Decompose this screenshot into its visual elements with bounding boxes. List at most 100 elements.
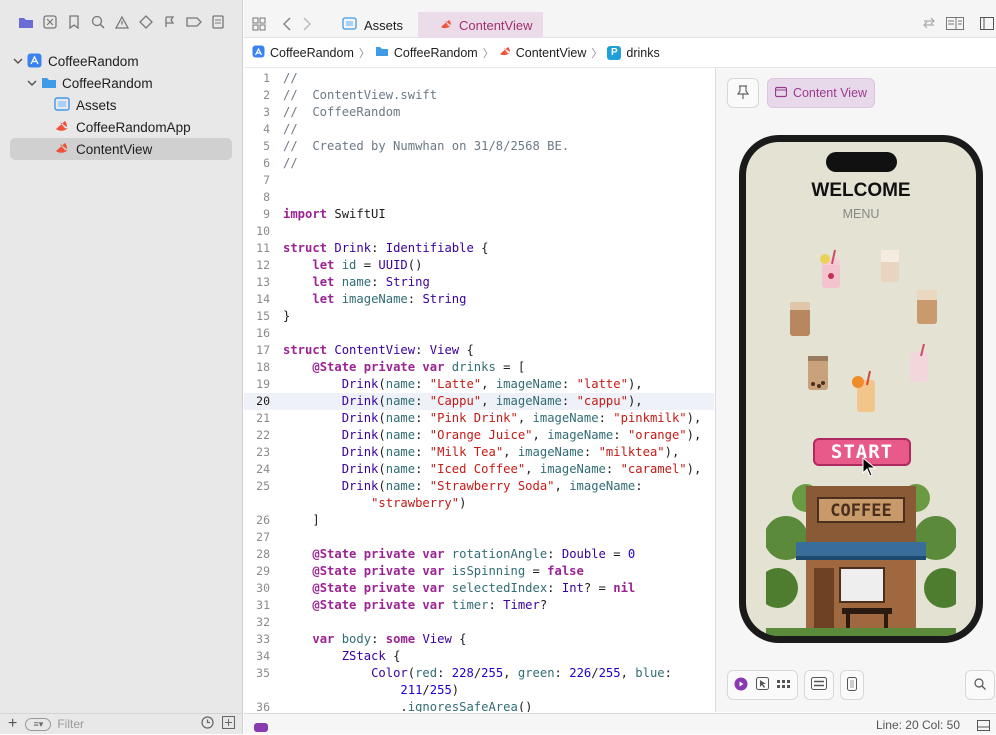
device-icon[interactable] [847, 676, 857, 694]
code-line[interactable]: 33 var body: some View { [244, 631, 714, 648]
code-line[interactable]: 6 // [244, 155, 714, 172]
orange-juice-image [852, 370, 875, 412]
content-view-preview-button[interactable]: Content View [767, 78, 875, 108]
source-control-icon[interactable] [41, 13, 59, 31]
debug-icon[interactable] [161, 13, 179, 31]
code-line[interactable]: 11 struct Drink: Identifiable { [244, 240, 714, 257]
pin-button[interactable] [727, 78, 759, 108]
code-line[interactable]: 8 [244, 189, 714, 206]
code-line[interactable]: 9 import SwiftUI [244, 206, 714, 223]
code-line[interactable]: 4 // [244, 121, 714, 138]
live-preview-icon[interactable] [734, 677, 748, 694]
source-editor[interactable]: 1 // 2 // ContentView.swift 3 // CoffeeRandom… [244, 68, 714, 712]
filter-input[interactable]: ≡▾ Filter [25, 717, 193, 732]
code-text: @State private var drinks = [ [312, 360, 526, 374]
chevron-down-icon[interactable] [13, 56, 23, 66]
code-line[interactable]: 28 @State private var rotationAngle: Dou… [244, 546, 714, 563]
code-text: @State private var isSpinning = false [312, 564, 584, 578]
back-icon[interactable] [282, 17, 292, 34]
line-number: 14 [256, 292, 270, 306]
code-line[interactable]: 15} [244, 308, 714, 325]
folder-icon[interactable] [17, 13, 35, 31]
status-tag-icon[interactable] [254, 720, 268, 735]
tree-item-group[interactable]: CoffeeRandom [10, 72, 232, 94]
code-line[interactable]: 3 // CoffeeRandom [244, 104, 714, 121]
tree-item-assets[interactable]: Assets [10, 94, 232, 116]
breadcrumb-item[interactable]: drinks [626, 46, 659, 60]
zoom-icon [974, 677, 986, 693]
code-line[interactable]: 29 @State private var isSpinning = false [244, 563, 714, 580]
code-line[interactable]: 2 // ContentView.swift [244, 87, 714, 104]
code-line[interactable]: 7 [244, 172, 714, 189]
tab-label: ContentView [459, 17, 533, 33]
breadcrumb: CoffeeRandom 〉 CoffeeRandom 〉 ContentVie… [244, 38, 996, 68]
forward-icon[interactable] [302, 17, 312, 34]
coffee-shop-image: COFFEE [766, 484, 956, 636]
test-icon[interactable] [137, 13, 155, 31]
variants-icon[interactable] [777, 678, 791, 693]
code-line[interactable]: 18 @State private var drinks = [ [244, 359, 714, 376]
code-line[interactable]: 26 ] [244, 512, 714, 529]
code-line[interactable]: 211/255) [244, 682, 714, 699]
breadcrumb-item[interactable]: ContentView [516, 46, 587, 60]
scm-filter-icon[interactable] [221, 715, 236, 732]
report-icon[interactable] [209, 13, 227, 31]
recent-files-icon[interactable] [201, 716, 214, 732]
canvas-settings-icon[interactable] [811, 677, 827, 693]
code-line[interactable]: 31 @State private var timer: Timer? [244, 597, 714, 614]
find-icon[interactable] [89, 13, 107, 31]
code-line[interactable]: 36 .ignoresSafeArea() [244, 699, 714, 712]
add-icon[interactable]: + [8, 715, 17, 733]
code-line[interactable]: 10 [244, 223, 714, 240]
breadcrumb-item[interactable]: CoffeeRandom [394, 46, 478, 60]
tree-item-label: CoffeeRandom [62, 75, 153, 91]
bookmark-icon[interactable] [65, 13, 83, 31]
warning-icon[interactable] [113, 13, 131, 31]
code-line[interactable]: 20 Drink(name: "Cappu", imageName: "capp… [244, 393, 714, 410]
code-line[interactable]: 14 let imageName: String [244, 291, 714, 308]
code-line[interactable]: 34 ZStack { [244, 648, 714, 665]
grid-icon[interactable] [252, 17, 266, 34]
debug-area-icon[interactable] [977, 719, 990, 734]
filter-options-icon[interactable]: ≡▾ [25, 717, 52, 731]
breakpoint-icon[interactable] [185, 13, 203, 31]
tree-item-contentview[interactable]: ContentView [10, 138, 232, 160]
inspector-icon[interactable] [980, 17, 994, 33]
code-line[interactable]: 16 [244, 325, 714, 342]
code-line[interactable]: 21 Drink(name: "Pink Drink", imageName: … [244, 410, 714, 427]
refresh-icon[interactable] [922, 17, 936, 32]
code-line[interactable]: 27 [244, 529, 714, 546]
code-line[interactable]: "strawberry") [244, 495, 714, 512]
tree-item-project[interactable]: CoffeeRandom [10, 50, 232, 72]
code-line[interactable]: 24 Drink(name: "Iced Coffee", imageName:… [244, 461, 714, 478]
code-line[interactable]: 19 Drink(name: "Latte", imageName: "latt… [244, 376, 714, 393]
dynamic-island [826, 152, 897, 172]
code-line[interactable]: 30 @State private var selectedIndex: Int… [244, 580, 714, 597]
zoom-button[interactable] [965, 670, 995, 700]
breadcrumb-separator: 〉 [591, 47, 603, 60]
code-line[interactable]: 22 Drink(name: "Orange Juice", imageName… [244, 427, 714, 444]
status-bar: Line: 20 Col: 50 [244, 713, 996, 734]
editor-options-icon[interactable] [946, 17, 964, 33]
line-number: 24 [256, 462, 270, 476]
tree-item-app[interactable]: CoffeeRandomApp [10, 116, 232, 138]
code-line[interactable]: 13 let name: String [244, 274, 714, 291]
code-line[interactable]: 5 // Created by Numwhan on 31/8/2568 BE. [244, 138, 714, 155]
code-line[interactable]: 17 struct ContentView: View { [244, 342, 714, 359]
tab-assets[interactable]: Assets [326, 12, 421, 38]
line-number: 25 [256, 479, 270, 493]
breadcrumb-item[interactable]: CoffeeRandom [270, 46, 354, 60]
tab-contentview[interactable]: ContentView [418, 12, 543, 38]
code-line[interactable]: 1 // [244, 70, 714, 87]
code-line[interactable]: 35 Color(red: 228/255, green: 226/255, b… [244, 665, 714, 682]
code-line[interactable]: 12 let id = UUID() [244, 257, 714, 274]
code-text: import SwiftUI [283, 207, 386, 221]
selectable-mode-icon[interactable] [756, 677, 769, 693]
code-line[interactable]: 23 Drink(name: "Milk Tea", imageName: "m… [244, 444, 714, 461]
chevron-down-icon[interactable] [27, 78, 37, 88]
project-icon [27, 53, 42, 71]
code-line[interactable]: 32 [244, 614, 714, 631]
tab-label: Assets [364, 17, 404, 33]
code-line[interactable]: 25 Drink(name: "Strawberry Soda", imageN… [244, 478, 714, 495]
navigator-filter-bar: + ≡▾ Filter [0, 713, 243, 734]
